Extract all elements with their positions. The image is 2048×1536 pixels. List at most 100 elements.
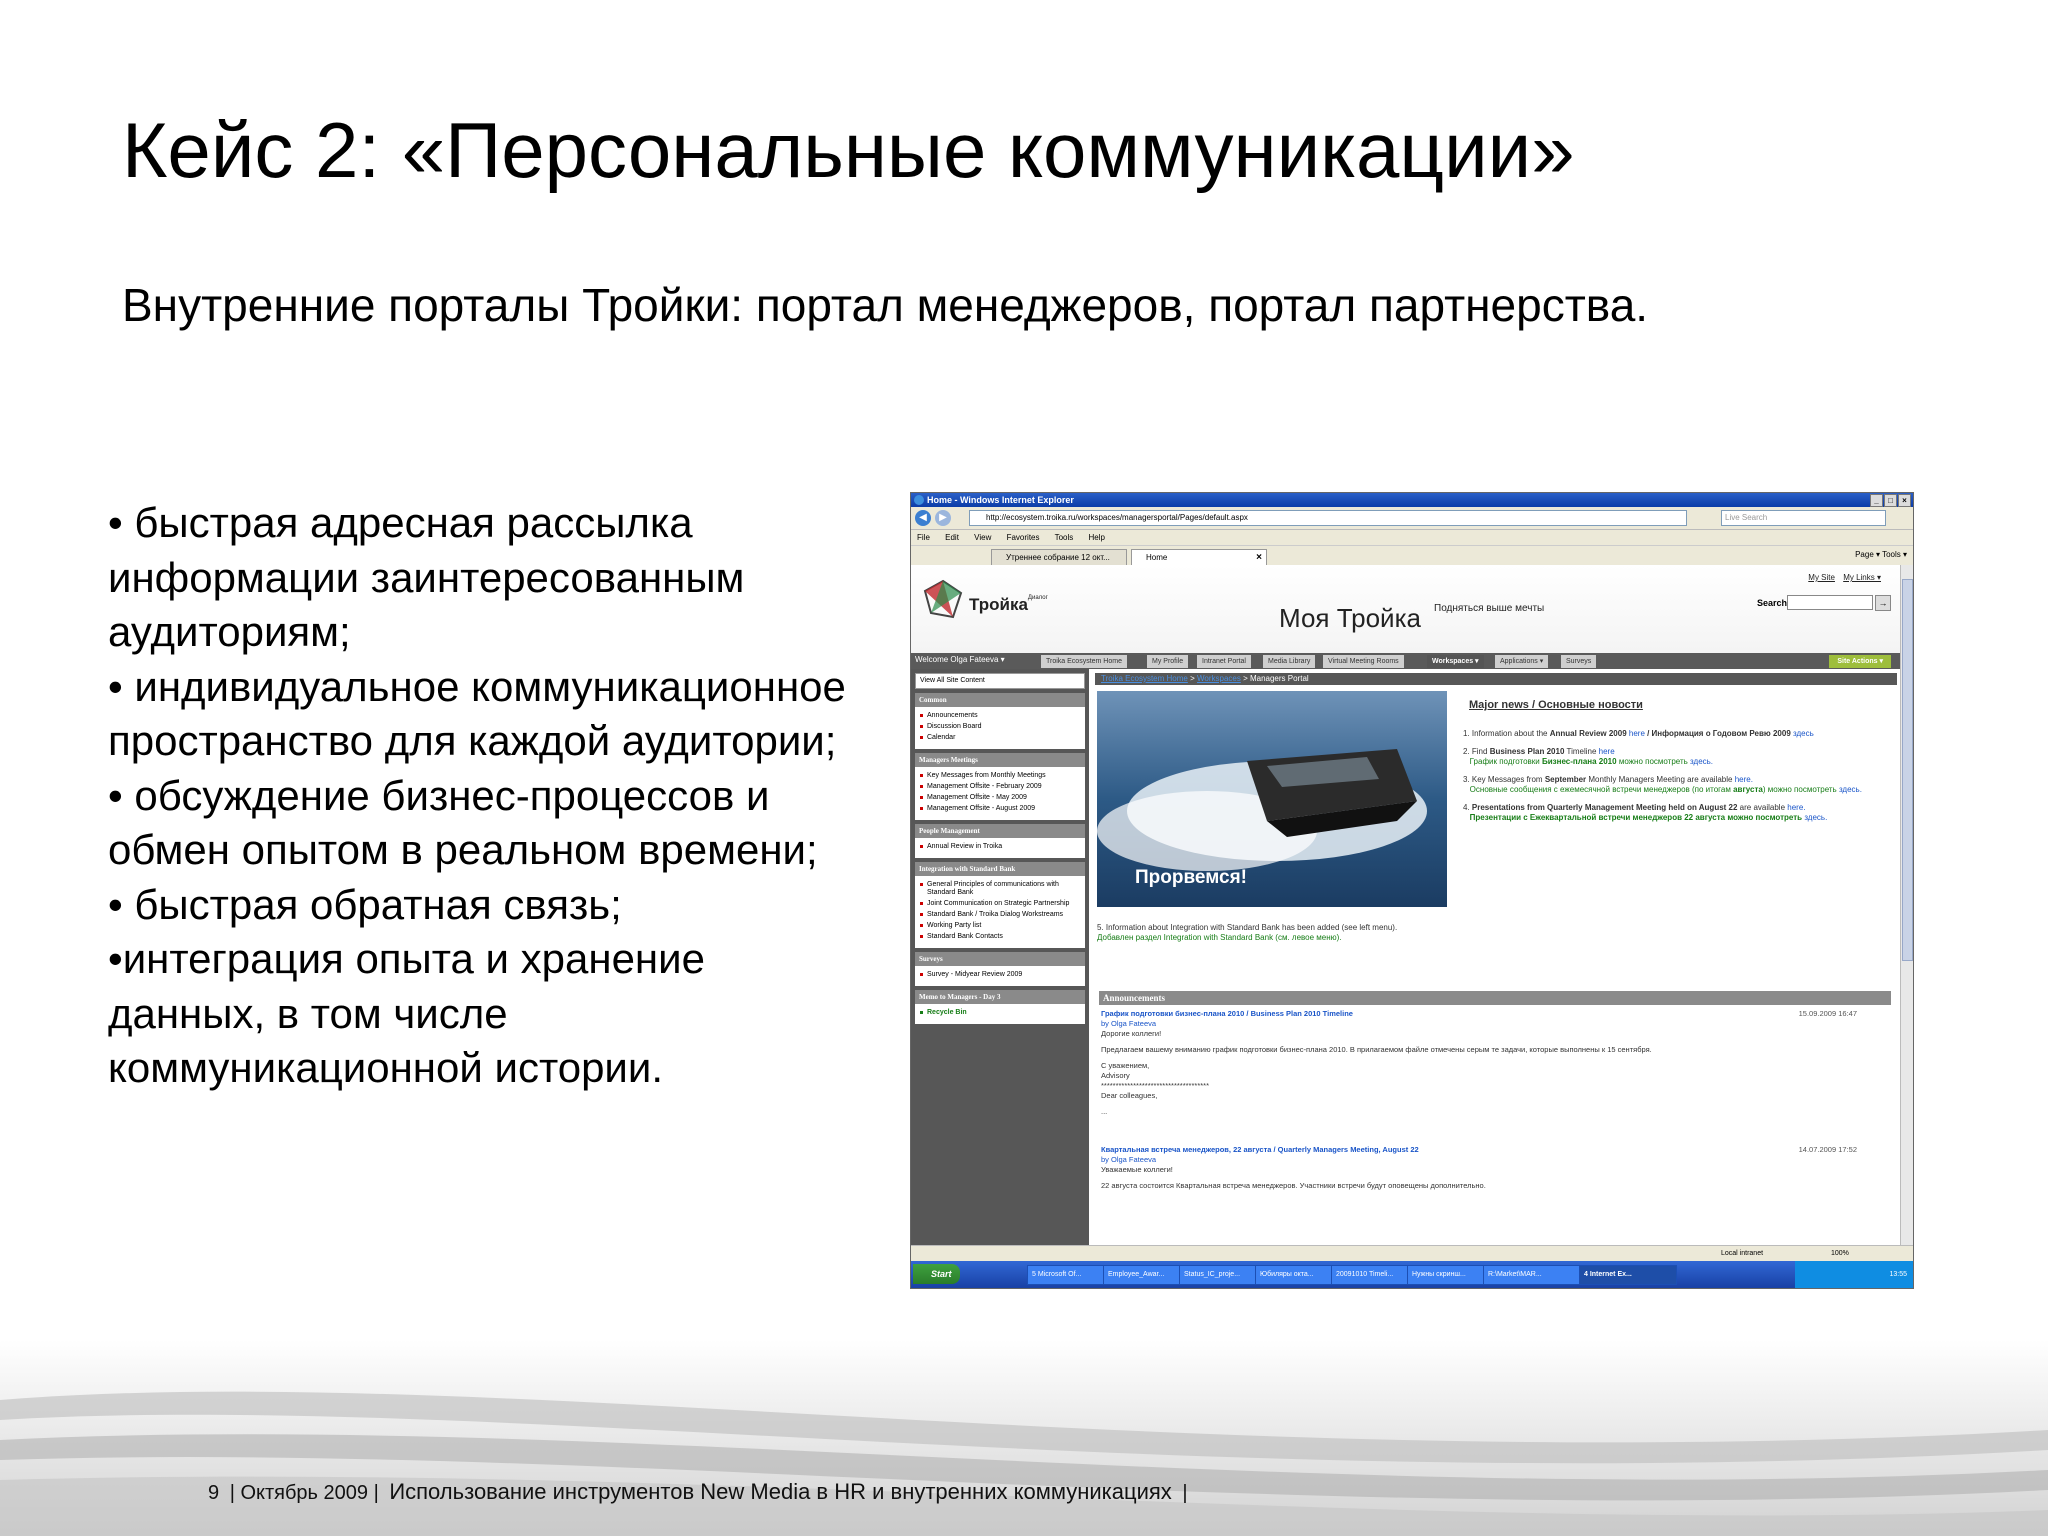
vertical-scrollbar[interactable] xyxy=(1900,565,1913,1245)
news-item: 1. Information about the Annual Review 2… xyxy=(1463,729,1891,739)
menu-edit[interactable]: Edit xyxy=(945,533,959,542)
major-news-title[interactable]: Major news / Основные новости xyxy=(1469,699,1643,711)
announcement-author[interactable]: by Olga Fateeva xyxy=(1101,1019,1881,1029)
nav-section-title[interactable]: Integration with Standard Bank xyxy=(915,862,1085,876)
nav-surveys[interactable]: Surveys xyxy=(1561,655,1597,668)
menu-favorites[interactable]: Favorites xyxy=(1007,533,1040,542)
forward-icon[interactable]: ▶ xyxy=(935,510,951,526)
minimize-icon[interactable]: _ xyxy=(1870,494,1883,507)
nav-link[interactable]: Announcements xyxy=(920,712,1081,720)
breadcrumb-current: Managers Portal xyxy=(1249,674,1309,683)
slide-title: Кейс 2: «Персональные коммуникации» xyxy=(122,106,1575,194)
nav-my-profile[interactable]: My Profile xyxy=(1147,655,1189,668)
clock: 13:55 xyxy=(1889,1271,1907,1278)
news-link[interactable]: здесь xyxy=(1793,729,1814,738)
news-link[interactable]: here. xyxy=(1787,803,1805,812)
tab-home[interactable]: Home × xyxy=(1131,549,1267,566)
nav-link[interactable]: Management Offsite - August 2009 xyxy=(920,805,1081,813)
start-button[interactable]: Start xyxy=(913,1264,960,1284)
nav-section: Key Messages from Monthly Meetings Manag… xyxy=(915,767,1085,820)
welcome-menu[interactable]: Welcome Olga Fateeva ▾ xyxy=(915,655,1005,664)
taskbar-item[interactable]: Нужны скринш... xyxy=(1407,1265,1485,1285)
nav-link[interactable]: Discussion Board xyxy=(920,723,1081,731)
nav-section-title[interactable]: People Management xyxy=(915,824,1085,838)
nav-link[interactable]: Key Messages from Monthly Meetings xyxy=(920,772,1081,780)
taskbar-item[interactable]: R:\Market\MAR... xyxy=(1483,1265,1581,1285)
nav-section-title[interactable]: Managers Meetings xyxy=(915,753,1085,767)
breadcrumb: Troika Ecosystem Home > Workspaces > Man… xyxy=(1095,673,1897,685)
site-title: Моя Тройка xyxy=(1279,603,1421,633)
announcement-line: ************************************* xyxy=(1101,1081,1209,1090)
menu-tools[interactable]: Tools xyxy=(1055,533,1074,542)
announcement-title[interactable]: График подготовки бизнес-плана 2010 / Bu… xyxy=(1101,1009,1881,1019)
maximize-icon[interactable]: □ xyxy=(1884,494,1897,507)
news-link[interactable]: here xyxy=(1627,729,1645,738)
live-search-input[interactable]: Live Search xyxy=(1721,510,1886,526)
announcement-line: 22 августа состоится Квартальная встреча… xyxy=(1101,1181,1486,1190)
news-link[interactable]: здесь. xyxy=(1690,757,1713,766)
close-icon[interactable]: × xyxy=(1898,494,1911,507)
nav-section-title[interactable]: Memo to Managers - Day 3 xyxy=(915,990,1085,1004)
taskbar-item[interactable]: 5 Microsoft Of... xyxy=(1027,1265,1105,1285)
nav-virtual-meeting-rooms[interactable]: Virtual Meeting Rooms xyxy=(1323,655,1404,668)
nav-link[interactable]: Management Offsite - February 2009 xyxy=(920,783,1081,791)
breadcrumb-home[interactable]: Troika Ecosystem Home xyxy=(1101,674,1188,683)
nav-media-library[interactable]: Media Library xyxy=(1263,655,1316,668)
nav-link[interactable]: Joint Communication on Strategic Partner… xyxy=(920,900,1081,908)
taskbar-item[interactable]: 20091010 Timeli... xyxy=(1331,1265,1409,1285)
news-link[interactable]: here xyxy=(1599,747,1615,756)
scroll-thumb[interactable] xyxy=(1902,579,1913,961)
nav-link[interactable]: Management Offsite - May 2009 xyxy=(920,794,1081,802)
menu-help[interactable]: Help xyxy=(1089,533,1105,542)
news-text: 3. Key Messages from xyxy=(1463,775,1545,784)
nav-link[interactable]: Standard Bank / Troika Dialog Workstream… xyxy=(920,911,1081,919)
announcement-date: 15.09.2009 16:47 xyxy=(1798,1009,1857,1018)
recycle-bin-link[interactable]: Recycle Bin xyxy=(920,1009,1081,1017)
nav-workspaces[interactable]: Workspaces ▾ xyxy=(1427,655,1484,668)
tab-close-icon[interactable]: × xyxy=(1256,550,1262,566)
bullet-item: • обсуждение бизнес-процессов и обмен оп… xyxy=(108,771,818,874)
menu-file[interactable]: File xyxy=(917,533,930,542)
back-icon[interactable]: ◀ xyxy=(915,510,931,526)
troika-logo-icon xyxy=(923,579,963,619)
site-actions-button[interactable]: Site Actions ▾ xyxy=(1829,655,1891,668)
nav-ecosystem-home[interactable]: Troika Ecosystem Home xyxy=(1041,655,1127,668)
nav-link[interactable]: General Principles of communications wit… xyxy=(920,881,1081,897)
nav-intranet-portal[interactable]: Intranet Portal xyxy=(1197,655,1251,668)
menu-view[interactable]: View xyxy=(974,533,991,542)
nav-link[interactable]: Annual Review in Troika xyxy=(920,843,1081,851)
view-all-content-link[interactable]: View All Site Content xyxy=(915,673,1085,689)
news-link[interactable]: здесь. xyxy=(1804,813,1827,822)
image-caption: Прорвемся! xyxy=(1135,867,1248,888)
nav-section-title[interactable]: Common xyxy=(915,693,1085,707)
nav-section: Annual Review in Troika xyxy=(915,838,1085,858)
my-site-link[interactable]: My Site xyxy=(1808,573,1835,582)
nav-link[interactable]: Calendar xyxy=(920,734,1081,742)
window-title: Home - Windows Internet Explorer xyxy=(927,495,1074,505)
nav-link[interactable]: Working Party list xyxy=(920,922,1081,930)
news-link[interactable]: здесь. xyxy=(1839,785,1862,794)
news-text-ru: Основные сообщения с ежемесячной встречи… xyxy=(1469,785,1734,794)
address-input[interactable]: http://ecosystem.troika.ru/workspaces/ma… xyxy=(969,510,1687,526)
taskbar-item-active[interactable]: 4 Internet Ex... xyxy=(1579,1265,1677,1285)
nav-section-title[interactable]: Surveys xyxy=(915,952,1085,966)
taskbar-item[interactable]: Employee_Awar... xyxy=(1103,1265,1181,1285)
ie-toolbar-right[interactable]: Page ▾ Tools ▾ xyxy=(1855,550,1907,559)
search-go-icon[interactable]: → xyxy=(1875,595,1891,611)
nav-applications[interactable]: Applications ▾ xyxy=(1495,655,1549,668)
breadcrumb-workspaces[interactable]: Workspaces xyxy=(1197,674,1241,683)
taskbar-item[interactable]: Юбиляры окта... xyxy=(1255,1265,1333,1285)
my-links-link[interactable]: My Links ▾ xyxy=(1843,573,1881,582)
announcement-line: Advisory xyxy=(1101,1071,1130,1080)
zoom-level[interactable]: 100% xyxy=(1831,1246,1849,1262)
news-link[interactable]: here. xyxy=(1735,775,1753,784)
portal-header: ТройкаДиалог Моя Тройка Подняться выше м… xyxy=(911,565,1901,653)
announcement-author[interactable]: by Olga Fateeva xyxy=(1101,1155,1881,1165)
taskbar-item[interactable]: Status_IC_proje... xyxy=(1179,1265,1257,1285)
announcements-header[interactable]: Announcements xyxy=(1099,991,1891,1005)
nav-link[interactable]: Standard Bank Contacts xyxy=(920,933,1081,941)
announcement-title[interactable]: Квартальная встреча менеджеров, 22 авгус… xyxy=(1101,1145,1881,1155)
nav-link[interactable]: Survey - Midyear Review 2009 xyxy=(920,971,1081,979)
portal-search-input[interactable] xyxy=(1787,595,1873,610)
tab-morning-meeting[interactable]: Утреннее собрание 12 окт... xyxy=(991,549,1127,566)
